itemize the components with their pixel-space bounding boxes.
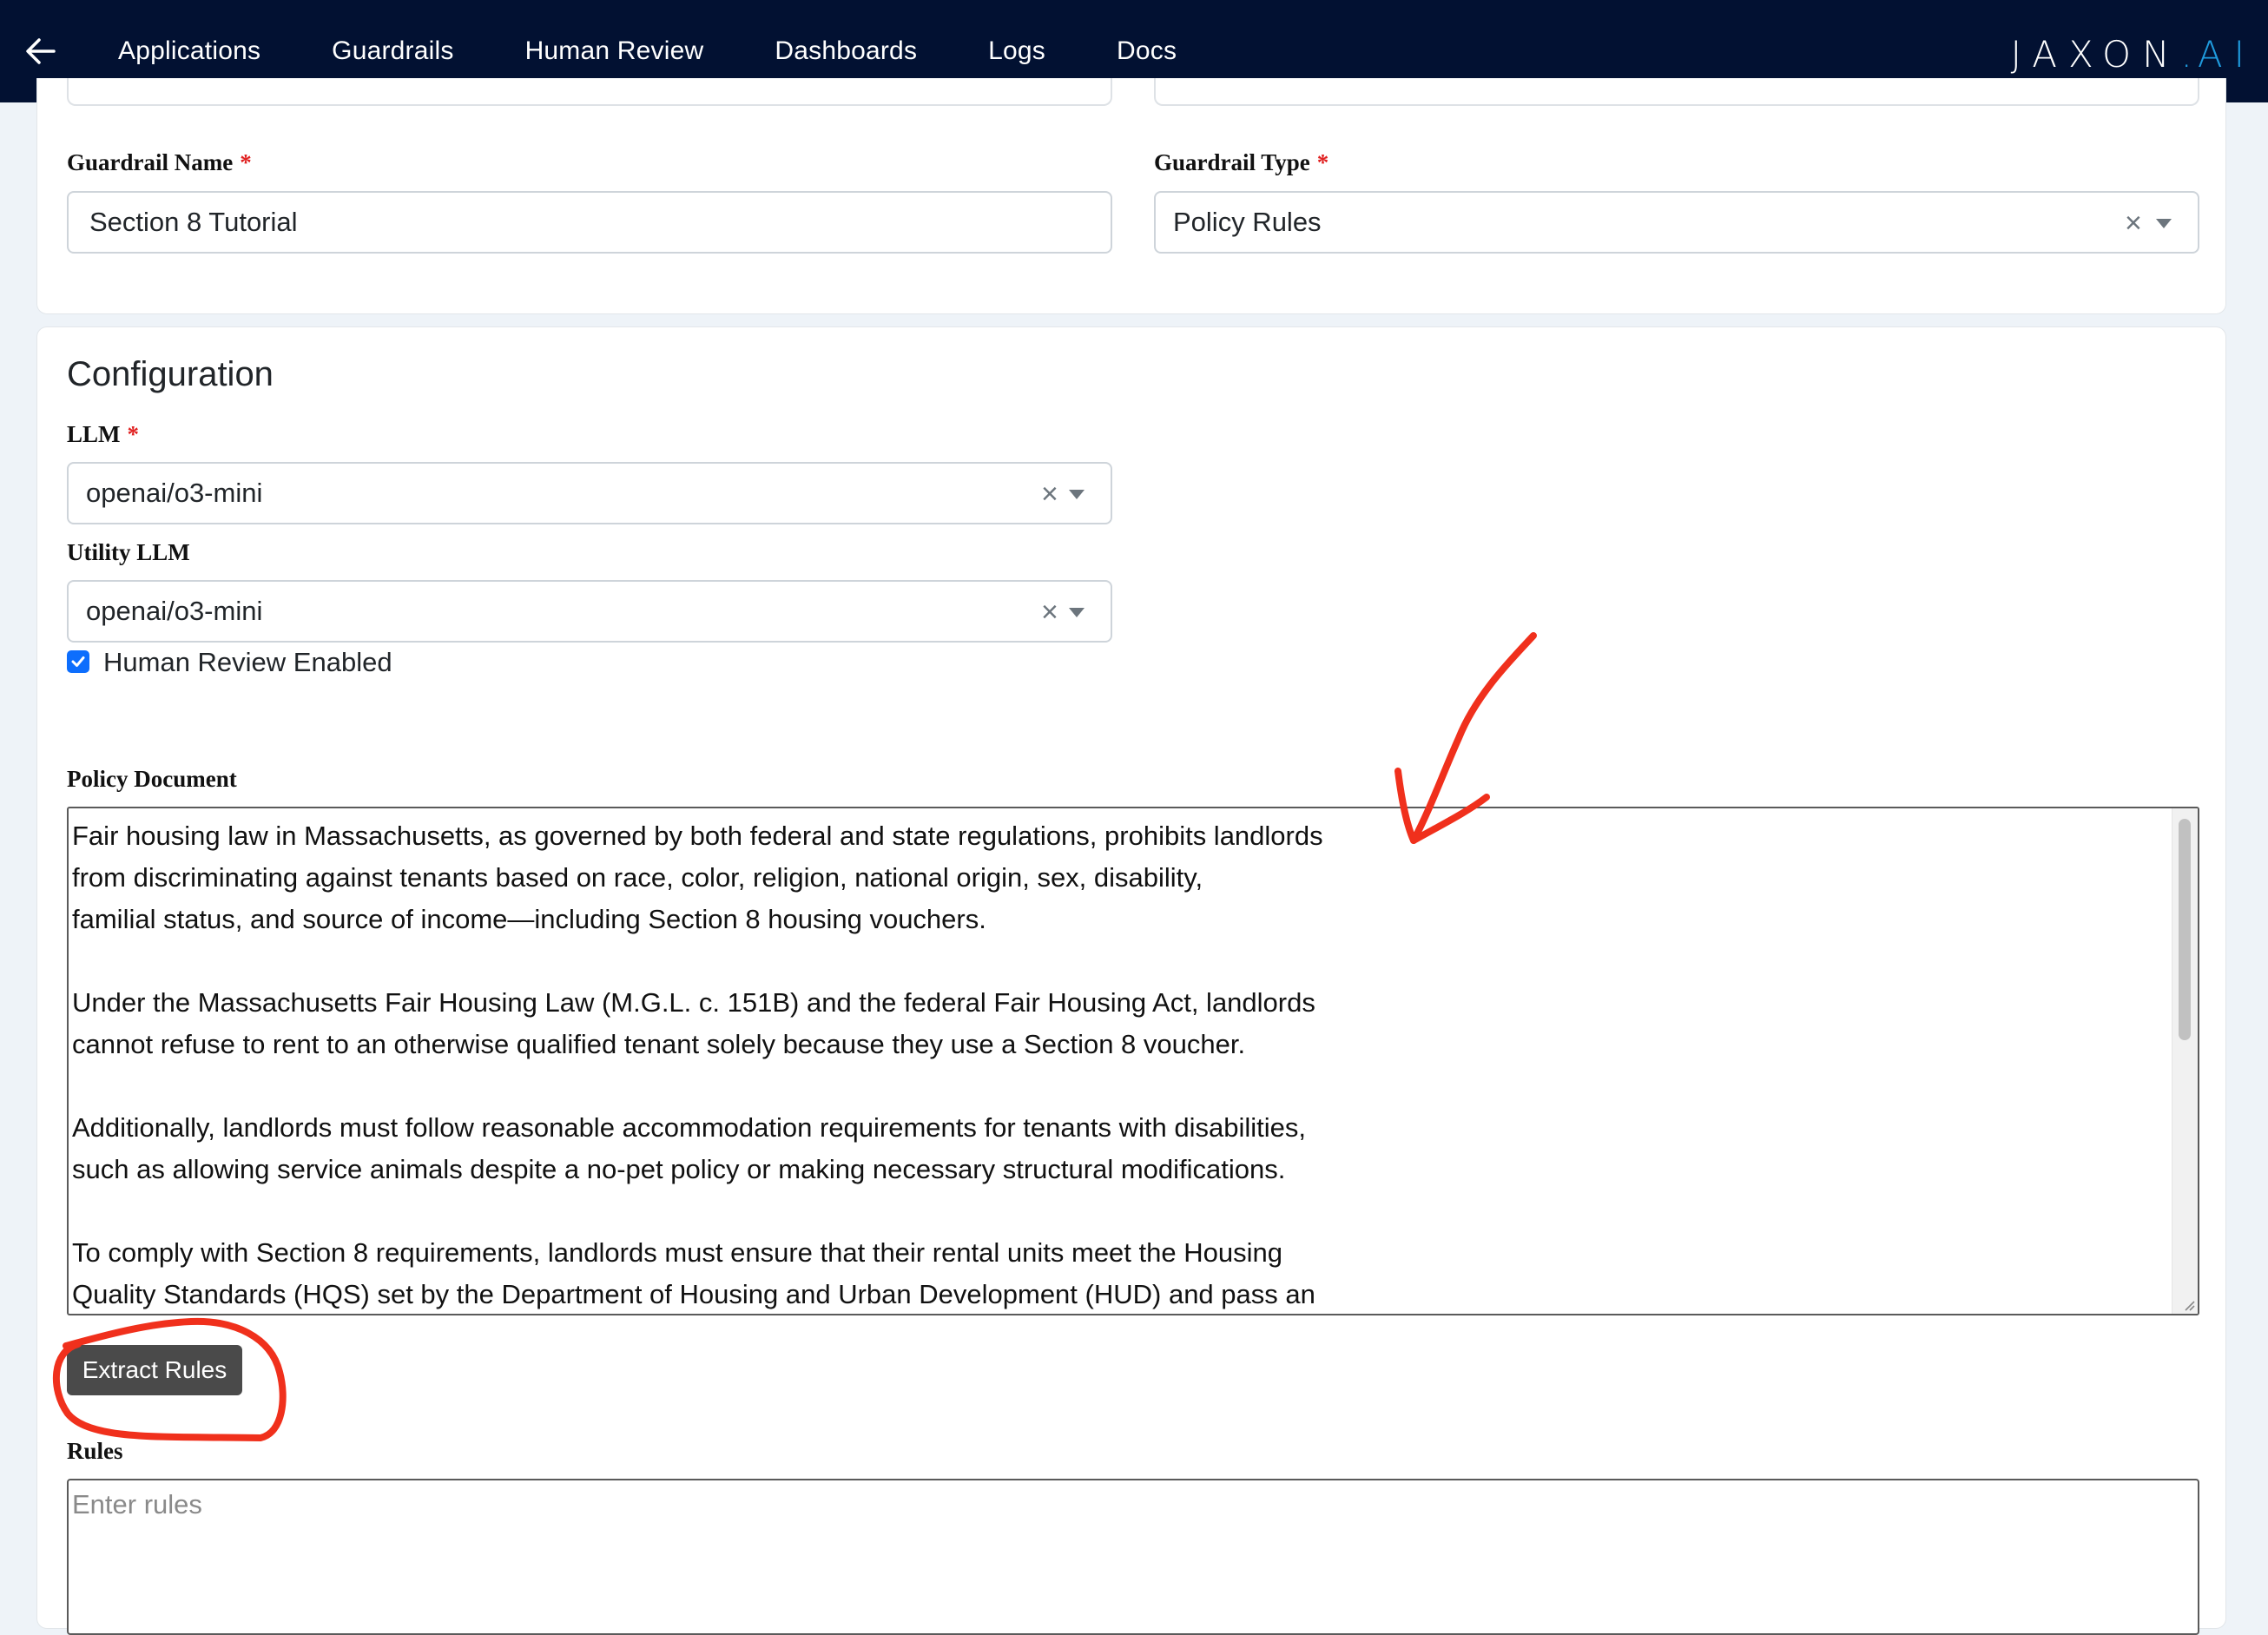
nav-logs[interactable]: Logs (988, 36, 1045, 66)
brand-logo: JAXON.AI (2011, 33, 2256, 76)
rules-textarea[interactable]: Enter rules (67, 1479, 2199, 1635)
scrollbar[interactable] (2172, 808, 2198, 1314)
brand-suffix: AI (2197, 33, 2256, 76)
policy-document-text: Fair housing law in Massachusetts, as go… (72, 821, 1323, 1309)
nav-applications[interactable]: Applications (118, 36, 260, 66)
utility-llm-label: Utility LLM (67, 539, 190, 565)
policy-document-textarea[interactable]: Fair housing law in Massachusetts, as go… (67, 807, 2199, 1315)
resize-grip-icon[interactable] (2180, 1296, 2196, 1312)
guardrail-details-card: Guardrail Name * Section 8 Tutorial Guard… (36, 78, 2226, 314)
extract-rules-button[interactable]: Extract Rules (67, 1345, 242, 1395)
chevron-down-icon[interactable] (1069, 490, 1085, 499)
guardrail-name-label: Guardrail Name * (67, 149, 252, 175)
scrolled-field-left (67, 78, 1112, 106)
nav-guardrails[interactable]: Guardrails (332, 36, 453, 66)
chevron-down-icon[interactable] (1069, 608, 1085, 617)
guardrail-name-input[interactable]: Section 8 Tutorial (67, 191, 1112, 254)
guardrail-type-select[interactable]: Policy Rules × (1154, 191, 2199, 254)
nav-dashboards[interactable]: Dashboards (775, 36, 917, 66)
brand-main: JAXON (2010, 33, 2181, 76)
nav-human-review[interactable]: Human Review (525, 36, 704, 66)
back-arrow-icon[interactable] (24, 35, 57, 68)
nav-docs[interactable]: Docs (1117, 36, 1177, 66)
checkmark-icon (71, 656, 85, 667)
clear-icon[interactable]: × (1041, 597, 1062, 627)
clear-icon[interactable]: × (2125, 208, 2146, 238)
llm-label: LLM * (67, 421, 140, 447)
rules-label: Rules (67, 1438, 123, 1464)
clear-icon[interactable]: × (1041, 479, 1062, 509)
scrolled-field-right (1154, 78, 2199, 106)
human-review-label[interactable]: Human Review Enabled (103, 647, 392, 678)
configuration-title: Configuration (67, 355, 274, 393)
chevron-down-icon[interactable] (2156, 219, 2172, 228)
brand-dot: . (2180, 33, 2198, 76)
rules-placeholder: Enter rules (72, 1489, 202, 1520)
configuration-card: Configuration LLM * openai/o3-mini × Util… (36, 326, 2226, 1635)
policy-document-label: Policy Document (67, 766, 237, 792)
utility-llm-select[interactable]: openai/o3-mini × (67, 580, 1112, 643)
human-review-checkbox[interactable] (67, 650, 89, 673)
llm-select[interactable]: openai/o3-mini × (67, 462, 1112, 524)
scrollbar-thumb[interactable] (2179, 819, 2191, 1040)
guardrail-type-label: Guardrail Type * (1154, 149, 1329, 175)
